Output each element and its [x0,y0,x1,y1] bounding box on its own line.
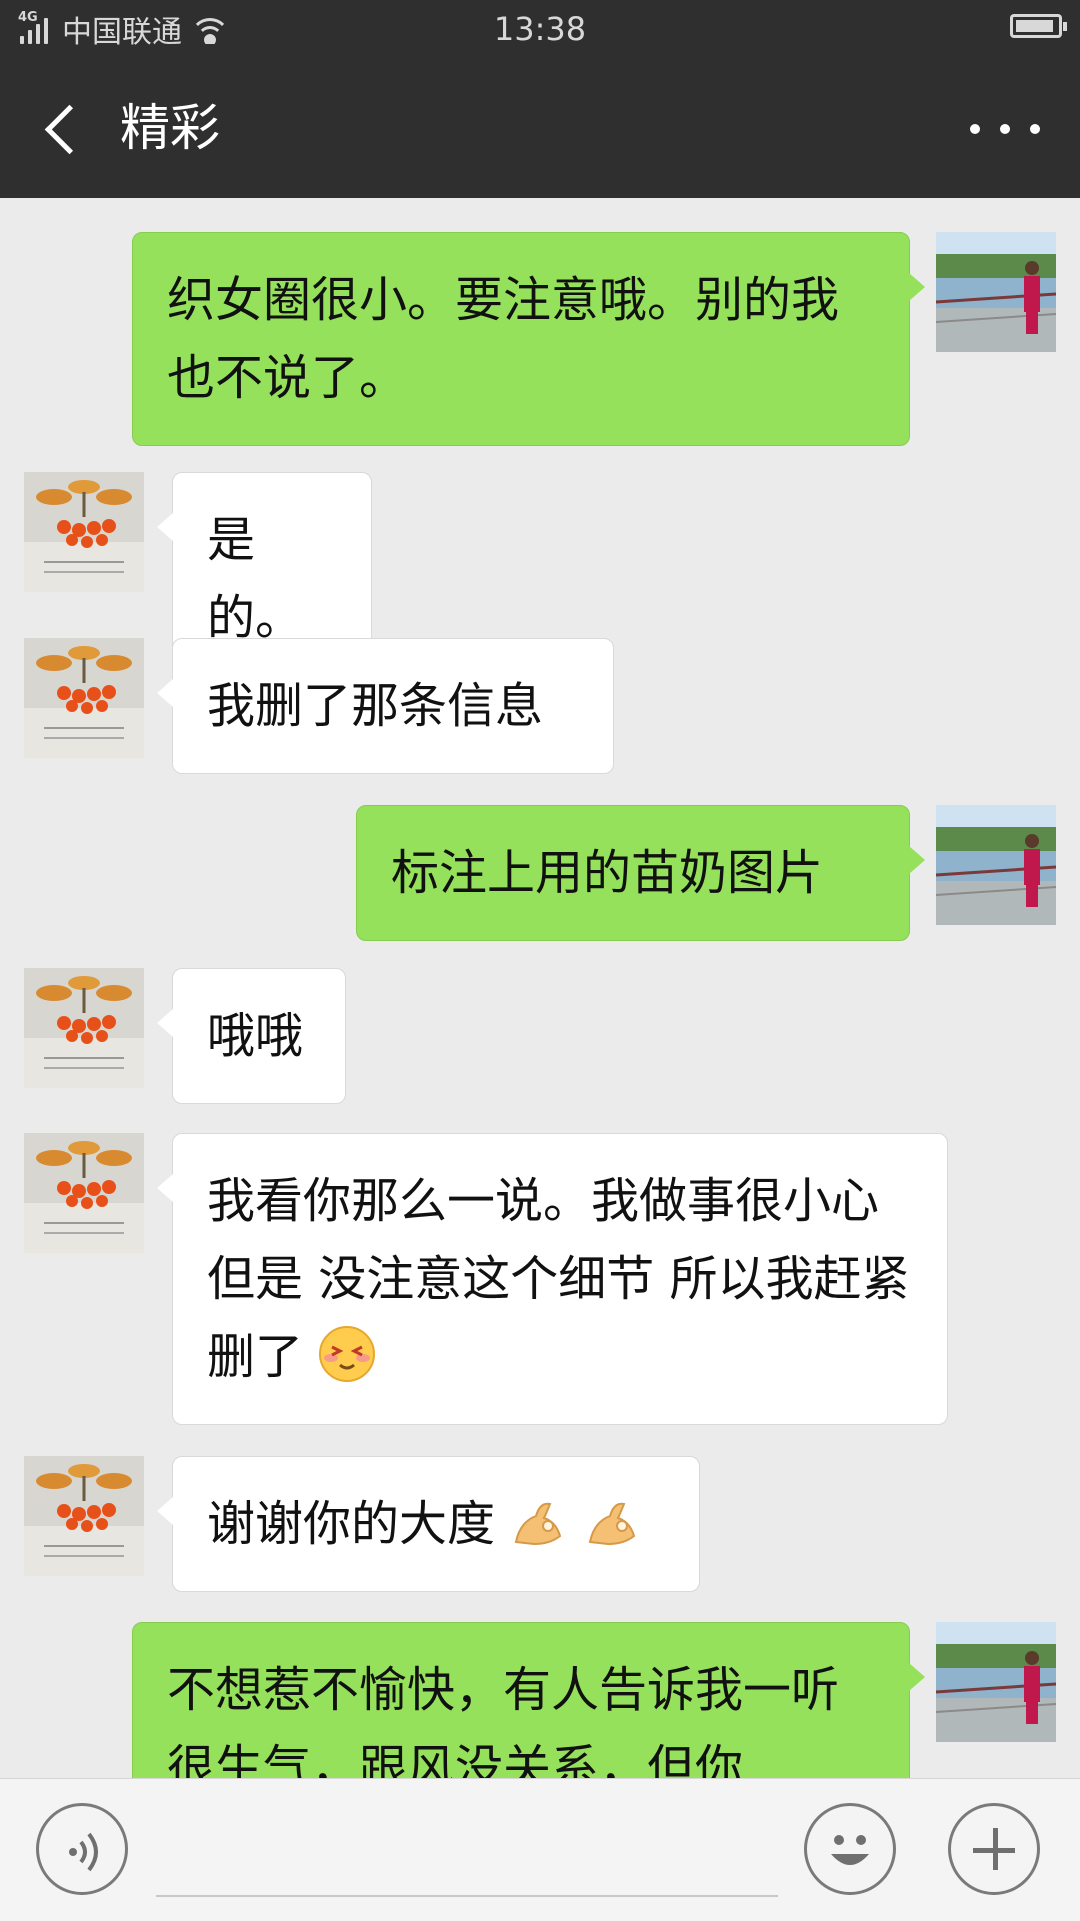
chat-area[interactable]: 织女圈很小。要注意哦。别的我也不说了。 是的。 我删了那条信息 标注上用的苗奶图… [0,198,1080,1778]
message-bubble-incoming[interactable]: 哦哦 [157,968,346,1104]
avatar-contact[interactable] [24,472,144,592]
avatar-self[interactable] [936,1622,1056,1742]
message-bubble-incoming[interactable]: 我看你那么一说。我做事很小心 但是 没注意这个细节 所以我赶紧删了 [157,1133,948,1425]
message-input[interactable] [156,1895,778,1897]
plus-icon[interactable] [948,1803,1040,1895]
avatar-contact[interactable] [24,1133,144,1253]
more-dots-icon[interactable] [970,114,1040,144]
battery-icon [1010,14,1067,38]
avatar-contact[interactable] [24,1456,144,1576]
smiley-icon[interactable] [804,1803,896,1895]
status-bar: 4G 中国联通 13:38 [0,0,1080,58]
message-bubble-outgoing[interactable]: 织女圈很小。要注意哦。别的我也不说了。 [132,232,925,446]
avatar-self[interactable] [936,805,1056,925]
avatar-contact[interactable] [24,638,144,758]
message-bubble-incoming[interactable]: 我删了那条信息 [157,638,614,774]
message-text: 谢谢你的大度 [207,1496,496,1552]
page-title: 精彩 [120,99,220,157]
title-bar: 精彩 [0,58,1080,198]
ok-hand-icon [515,1502,562,1546]
chevron-left-icon[interactable] [36,94,96,162]
status-time: 13:38 [493,10,587,48]
avatar-contact[interactable] [24,968,144,1088]
message-bubble-incoming[interactable]: 谢谢你的大度 [157,1456,700,1592]
voice-icon[interactable] [36,1803,128,1895]
avatar-self[interactable] [936,232,1056,352]
message-bubble-outgoing[interactable]: 标注上用的苗奶图片 [356,805,925,941]
input-bar [0,1778,1080,1921]
ok-hand-icon [588,1502,635,1546]
blushing-smiley-icon [319,1326,376,1382]
message-bubble-outgoing[interactable]: 不想惹不愉快，有人告诉我一听很生气，跟风没关系，但你 [132,1622,925,1778]
message-text: 我看你那么一说。我做事很小心 但是 没注意这个细节 所以我赶紧删了 [207,1173,910,1385]
